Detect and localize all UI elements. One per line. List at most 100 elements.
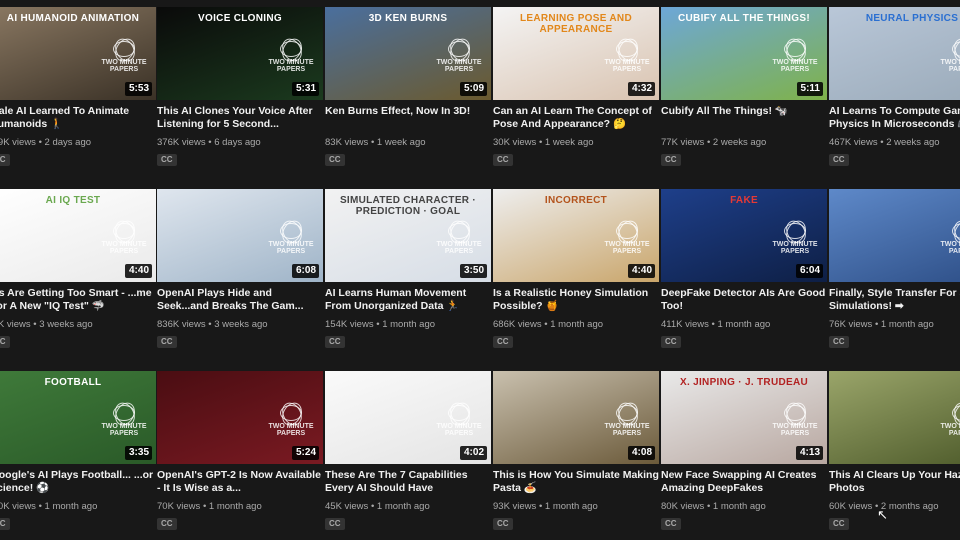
meta-separator: • (708, 319, 718, 330)
upload-age: 1 month ago (376, 501, 430, 512)
video-meta: 70K views • 1 month ago (157, 501, 323, 513)
video-title[interactable]: These Are The 7 Capabilities Every AI Sh… (325, 469, 491, 495)
thumbnail-caption: FOOTBALL (44, 377, 102, 388)
video-title[interactable]: AI Learns To Compute Gam... Physics In M… (829, 105, 960, 131)
video-title[interactable]: OpenAI's GPT-2 Is Now Available - It Is … (157, 469, 323, 495)
view-count: 154K views (325, 319, 374, 330)
closed-captions-badge: CC (661, 154, 681, 166)
upload-age: 1 week ago (376, 137, 426, 148)
video-thumbnail[interactable]: NEURAL PHYSICS TWO MINUTE PAPERS (829, 7, 960, 100)
channel-logo-watermark: TWO MINUTE PAPERS (435, 41, 483, 73)
video-thumbnail[interactable]: 3D KEN BURNS TWO MINUTE PAPERS 5:09 (325, 7, 491, 100)
video-thumbnail[interactable]: AI HUMANOID ANIMATION TWO MINUTE PAPERS 5:… (0, 7, 156, 100)
upload-age: 1 week ago (544, 137, 594, 148)
video-card[interactable]: TWO MINUTE PAPERS 4:02 These Are The 7 Cap… (325, 371, 491, 531)
closed-captions-badge: CC (829, 154, 849, 166)
duration-badge: 4:08 (627, 446, 655, 460)
video-title[interactable]: AI Learns Human Movement From Unorganize… (325, 287, 491, 313)
duration-badge: 4:40 (124, 264, 152, 278)
video-title[interactable]: ...s Are Getting Too Smart - ...me For A… (0, 287, 156, 313)
video-thumbnail[interactable]: TWO MINUTE PAPERS (829, 371, 960, 464)
duration-badge: 5:24 (291, 446, 319, 460)
video-title[interactable]: DeepFake Detector AIs Are Good Too! (661, 287, 827, 313)
meta-separator: • (872, 319, 881, 330)
video-title[interactable]: OpenAI Plays Hide and Seek...and Breaks … (157, 287, 323, 313)
upload-age: 1 month ago (208, 501, 262, 512)
video-card[interactable]: FAKE TWO MINUTE PAPERS 6:04 DeepFake Detect… (661, 189, 827, 349)
video-thumbnail[interactable]: FOOTBALL TWO MINUTE PAPERS 3:35 (0, 371, 156, 464)
video-title[interactable]: New Face Swapping AI Creates Amazing Dee… (661, 469, 827, 495)
video-thumbnail[interactable]: TWO MINUTE PAPERS (829, 189, 960, 282)
duration-badge: 5:11 (796, 82, 823, 96)
video-card[interactable]: AI IQ TEST TWO MINUTE PAPERS 4:40 ...s Are … (0, 189, 156, 349)
closed-captions-badge: CC (157, 154, 177, 166)
video-meta: 80K views • 1 month ago (661, 501, 827, 513)
video-thumbnail[interactable]: CUBIFY ALL THE THINGS! TWO MINUTE PAPERS 5… (661, 7, 827, 100)
video-title[interactable]: Ken Burns Effect, Now In 3D! (325, 105, 491, 131)
upload-age: 1 month ago (544, 501, 598, 512)
upload-age: 1 month ago (382, 319, 436, 330)
video-card[interactable]: AI HUMANOID ANIMATION TWO MINUTE PAPERS 5:… (0, 7, 156, 167)
video-thumbnail[interactable]: TWO MINUTE PAPERS 5:24 (157, 371, 323, 464)
view-count: ...0K views (0, 501, 36, 512)
video-thumbnail[interactable]: TWO MINUTE PAPERS 6:08 (157, 189, 323, 282)
channel-logo-text: TWO MINUTE PAPERS (940, 423, 960, 437)
video-card[interactable]: Simulated Character · Prediction · Goal T… (325, 189, 491, 349)
video-card[interactable]: INCORRECT TWO MINUTE PAPERS 4:40 Is a Reali… (493, 189, 659, 349)
video-meta: 467K views • 2 weeks ago (829, 137, 960, 149)
video-thumbnail[interactable]: FAKE TWO MINUTE PAPERS 6:04 (661, 189, 827, 282)
video-card[interactable]: LEARNING POSE AND APPEARANCE TWO MINUTE P… (493, 7, 659, 167)
video-card[interactable]: TWO MINUTE PAPERS This AI Clears Up Your … (829, 371, 960, 531)
atom-icon (113, 405, 135, 421)
video-card[interactable]: NEURAL PHYSICS TWO MINUTE PAPERS AI Learns… (829, 7, 960, 167)
video-thumbnail[interactable]: TWO MINUTE PAPERS 4:08 (493, 371, 659, 464)
video-title[interactable]: Is a Realistic Honey Simulation Possible… (493, 287, 659, 313)
atom-icon (448, 223, 470, 239)
meta-separator: • (200, 501, 209, 512)
channel-logo-watermark: TWO MINUTE PAPERS (603, 223, 651, 255)
video-title[interactable]: This AI Clears Up Your Haz... Photos (829, 469, 960, 495)
video-thumbnail[interactable]: INCORRECT TWO MINUTE PAPERS 4:40 (493, 189, 659, 282)
video-card[interactable]: CUBIFY ALL THE THINGS! TWO MINUTE PAPERS 5… (661, 7, 827, 167)
video-card[interactable]: VOICE CLONING TWO MINUTE PAPERS 5:31 This A… (157, 7, 323, 167)
video-card[interactable]: TWO MINUTE PAPERS Finally, Style Transfer… (829, 189, 960, 349)
channel-logo-watermark: TWO MINUTE PAPERS (771, 223, 819, 255)
video-meta: ...9K views • 2 days ago (0, 137, 156, 149)
video-card[interactable]: X. JINPING · J. TRUDEAU TWO MINUTE PAPERS… (661, 371, 827, 531)
video-title[interactable]: Can an AI Learn The Concept of Pose And … (493, 105, 659, 131)
video-card[interactable]: TWO MINUTE PAPERS 5:24 OpenAI's GPT-2 Is N… (157, 371, 323, 531)
video-thumbnail[interactable]: X. JINPING · J. TRUDEAU TWO MINUTE PAPERS… (661, 371, 827, 464)
duration-badge: 6:04 (795, 264, 823, 278)
video-title[interactable]: ...ale AI Learned To Animate Humanoids 🚶 (0, 105, 156, 131)
closed-captions-badge: CC (0, 336, 10, 348)
video-meta: 93K views • 1 month ago (493, 501, 659, 513)
duration-badge: 4:32 (627, 82, 655, 96)
meta-separator: • (205, 137, 215, 148)
video-thumbnail[interactable]: TWO MINUTE PAPERS 4:02 (325, 371, 491, 464)
upload-age: 3 weeks ago (214, 319, 268, 330)
video-title[interactable]: Finally, Style Transfer For Smoke Simula… (829, 287, 960, 313)
atom-icon (616, 405, 638, 421)
video-thumbnail[interactable]: VOICE CLONING TWO MINUTE PAPERS 5:31 (157, 7, 323, 100)
closed-captions-badge: CC (493, 336, 513, 348)
upload-age: 1 month ago (717, 319, 771, 330)
video-meta: 686K views • 1 month ago (493, 319, 659, 331)
video-thumbnail[interactable]: LEARNING POSE AND APPEARANCE TWO MINUTE P… (493, 7, 659, 100)
video-title[interactable]: This is How You Simulate Making Pasta 🍝 (493, 469, 659, 495)
video-meta: 836K views • 3 weeks ago (157, 319, 323, 331)
video-card[interactable]: FOOTBALL TWO MINUTE PAPERS 3:35 ...oogle's … (0, 371, 156, 531)
thumbnail-caption: VOICE CLONING (198, 13, 282, 24)
closed-captions-badge: CC (661, 336, 681, 348)
video-title[interactable]: Cubify All The Things! 🐄 (661, 105, 827, 131)
video-thumbnail[interactable]: Simulated Character · Prediction · Goal T… (325, 189, 491, 282)
closed-captions-badge: CC (325, 154, 345, 166)
video-card[interactable]: TWO MINUTE PAPERS 4:08 This is How You Sim… (493, 371, 659, 531)
view-count: ...K views (0, 319, 31, 330)
video-title[interactable]: ...oogle's AI Plays Football... ...or Sc… (0, 469, 156, 495)
channel-logo-watermark: TWO MINUTE PAPERS (267, 223, 315, 255)
video-title[interactable]: This AI Clones Your Voice After Listenin… (157, 105, 323, 131)
video-card[interactable]: TWO MINUTE PAPERS 6:08 OpenAI Plays Hide a… (157, 189, 323, 349)
video-card[interactable]: 3D KEN BURNS TWO MINUTE PAPERS 5:09 Ken Bur… (325, 7, 491, 167)
video-thumbnail[interactable]: AI IQ TEST TWO MINUTE PAPERS 4:40 (0, 189, 156, 282)
video-meta: 154K views • 1 month ago (325, 319, 491, 331)
